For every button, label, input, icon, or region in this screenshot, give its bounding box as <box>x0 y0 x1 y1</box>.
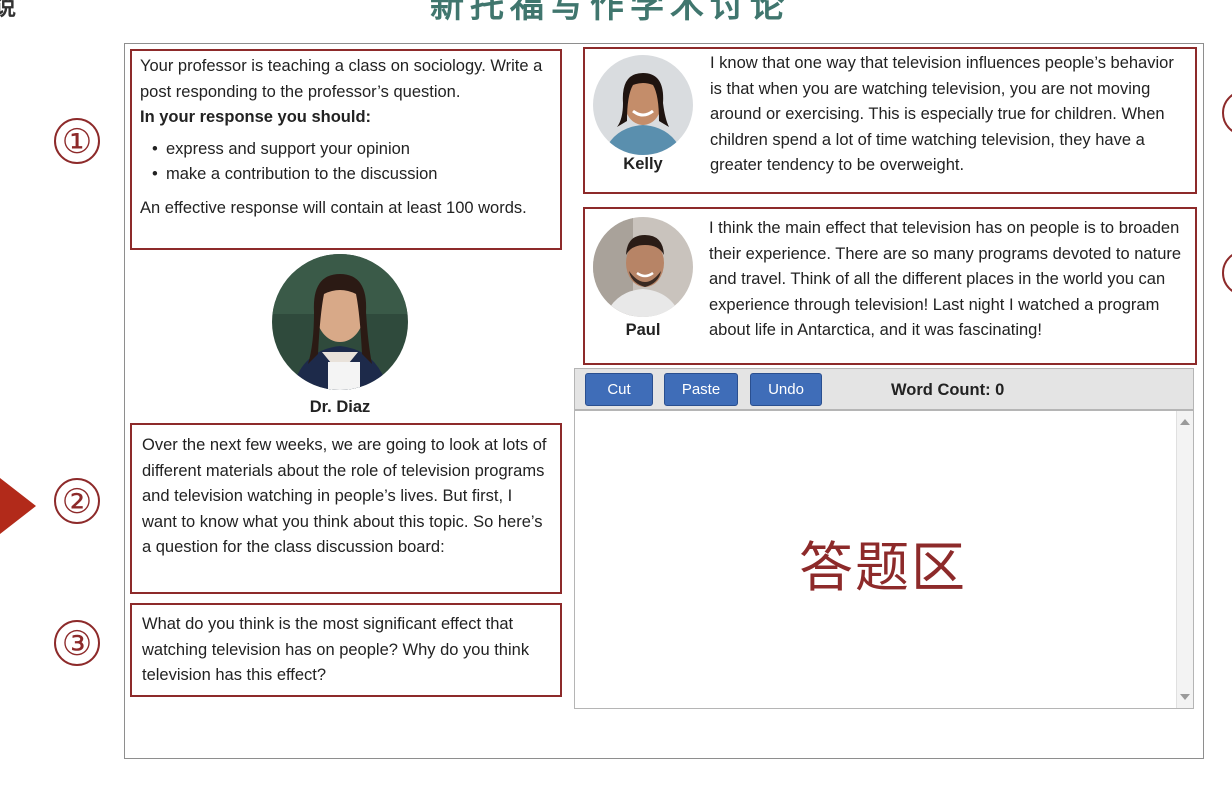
marker-2: ② <box>54 478 100 524</box>
scroll-down-arrow-icon[interactable] <box>1180 694 1190 700</box>
professor-question-box: What do you think is the most significan… <box>130 603 562 697</box>
paul-avatar <box>593 217 693 317</box>
professor-question-text: What do you think is the most significan… <box>142 615 530 684</box>
marker-1: ① <box>54 118 100 164</box>
professor-intro-text: Over the next few weeks, we are going to… <box>142 436 547 556</box>
professor-name: Dr. Diaz <box>309 398 371 416</box>
editor-toolbar: Cut Paste Undo Word Count: 0 <box>574 368 1194 410</box>
professor-avatar <box>272 254 408 390</box>
paul-post-text: I think the main effect that television … <box>709 219 1182 339</box>
instructions-bullet: make a contribution to the discussion <box>152 162 552 188</box>
kelly-post-text: I know that one way that television infl… <box>710 54 1174 174</box>
cut-button[interactable]: Cut <box>585 373 653 406</box>
paul-name: Paul <box>625 321 661 339</box>
kelly-avatar <box>593 55 693 155</box>
instructions-intro: Your professor is teaching a class on so… <box>140 57 543 101</box>
instructions-footer: An effective response will contain at le… <box>140 198 527 217</box>
undo-button[interactable]: Undo <box>750 373 822 406</box>
instructions-bullet: express and support your opinion <box>152 137 552 163</box>
instructions-bullet-list: express and support your opinion make a … <box>140 137 552 188</box>
page-header-title: 新托福写作学术讨论 <box>430 0 790 25</box>
answer-scrollbar[interactable] <box>1176 411 1193 708</box>
paste-button[interactable]: Paste <box>664 373 738 406</box>
marker-right-top-cut <box>1222 90 1232 136</box>
marker-right-middle-cut <box>1222 250 1232 296</box>
instructions-heading: In your response you should: <box>140 108 372 126</box>
scroll-up-arrow-icon[interactable] <box>1180 419 1190 425</box>
kelly-name: Kelly <box>623 155 663 173</box>
instructions-box: Your professor is teaching a class on so… <box>130 49 562 250</box>
marker-3: ③ <box>54 620 100 666</box>
student-post-kelly: Kelly I know that one way that televisio… <box>583 47 1197 194</box>
corner-glyph: 说 <box>0 0 17 20</box>
word-count: Word Count: 0 <box>891 381 1005 399</box>
student-post-paul: Paul I think the main effect that televi… <box>583 207 1197 365</box>
answer-textarea[interactable]: 答题区 <box>574 410 1194 709</box>
pointer-arrow-icon <box>0 478 36 534</box>
professor-intro-box: Over the next few weeks, we are going to… <box>130 423 562 594</box>
answer-area-label: 答题区 <box>799 536 967 599</box>
